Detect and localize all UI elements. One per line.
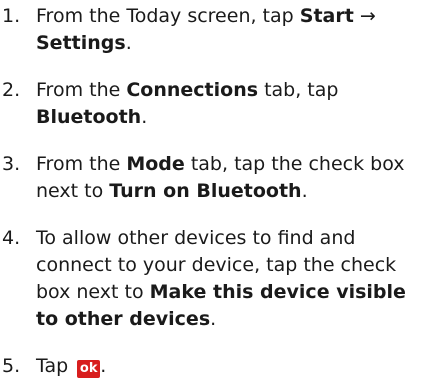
step-text: Tap ok. <box>36 353 424 380</box>
step-5: 5. Tap ok. <box>2 353 424 380</box>
step-text: From the Mode tab, tap the check box nex… <box>36 151 424 205</box>
step-2: 2. From the Connections tab, tap Bluetoo… <box>2 77 424 131</box>
step-1: 1. From the Today screen, tap Start → Se… <box>2 3 424 57</box>
step-text: From the Connections tab, tap Bluetooth. <box>36 77 424 131</box>
step-number: 5. <box>2 355 21 377</box>
step-3: 3. From the Mode tab, tap the check box … <box>2 151 424 205</box>
ui-term-connections: Connections <box>126 79 259 101</box>
step-number: 2. <box>2 79 21 101</box>
step-text-segment: From the <box>36 79 127 101</box>
step-text: To allow other devices to find and conne… <box>36 225 424 333</box>
step-text-segment: From the Today screen, tap <box>36 5 300 27</box>
ui-term-mode: Mode <box>126 153 185 175</box>
ok-button-icon: ok <box>77 360 101 378</box>
ui-term-start: Start <box>299 5 354 27</box>
step-text-segment: tab, tap <box>258 79 339 101</box>
step-text-segment: . <box>141 106 148 128</box>
step-number: 1. <box>2 5 21 27</box>
step-text-segment: → <box>353 5 376 27</box>
step-number: 3. <box>2 153 21 175</box>
instruction-list: 1. From the Today screen, tap Start → Se… <box>2 3 424 380</box>
step-text: From the Today screen, tap Start → Setti… <box>36 3 424 57</box>
step-text-segment: From the <box>36 153 127 175</box>
ui-term-turn-on-bluetooth: Turn on Bluetooth <box>109 180 302 202</box>
step-number: 4. <box>2 227 21 249</box>
ui-term-settings: Settings <box>36 32 126 54</box>
step-text-segment: . <box>301 180 308 202</box>
step-text-segment: . <box>100 355 107 377</box>
step-text-segment: Tap <box>36 355 75 377</box>
step-4: 4. To allow other devices to find and co… <box>2 225 424 333</box>
step-text-segment: . <box>210 308 217 330</box>
ui-term-bluetooth: Bluetooth <box>36 106 142 128</box>
step-text-segment: . <box>125 32 132 54</box>
